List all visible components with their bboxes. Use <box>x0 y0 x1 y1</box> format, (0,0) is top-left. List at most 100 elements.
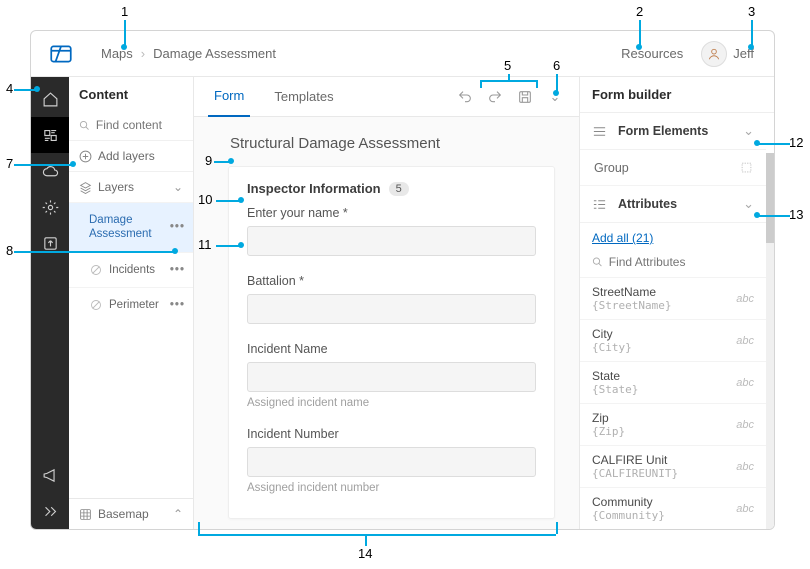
breadcrumb-root[interactable]: Maps <box>101 46 133 61</box>
field-label: Enter your name * <box>247 206 536 220</box>
attr-placeholder: {StreetName} <box>592 299 736 312</box>
attr-placeholder: {Community} <box>592 509 736 522</box>
rail-collapse[interactable] <box>31 493 69 529</box>
undo-button[interactable] <box>455 87 475 107</box>
app-logo <box>41 41 81 67</box>
tab-form[interactable]: Form <box>208 77 250 117</box>
text-input[interactable] <box>247 362 536 392</box>
callout-5: 5 <box>504 58 511 73</box>
breadcrumb-page[interactable]: Damage Assessment <box>153 46 276 61</box>
app-window: Maps › Damage Assessment Resources Jeff <box>30 30 775 530</box>
disabled-icon <box>89 264 103 276</box>
form-field[interactable]: Enter your name * <box>247 206 536 256</box>
layer-options-button[interactable]: ••• <box>170 299 185 311</box>
content-search-input[interactable] <box>96 118 183 132</box>
main-row: Content Add layers Layers ⌄ Damage Asses… <box>31 77 774 529</box>
attribute-search[interactable] <box>580 249 766 277</box>
field-hint: Assigned incident name <box>247 397 536 409</box>
attributes-section[interactable]: Attributes ⌄ <box>580 186 766 223</box>
callout-8: 8 <box>6 243 13 258</box>
add-layers-button[interactable]: Add layers <box>69 140 193 171</box>
content-panel: Content Add layers Layers ⌄ Damage Asses… <box>69 77 194 529</box>
callout-7: 7 <box>6 156 13 171</box>
callout-3: 3 <box>748 4 755 19</box>
callout-1: 1 <box>121 4 128 19</box>
callout-13: 13 <box>789 207 803 222</box>
attribute-item[interactable]: CALFIRE Unit{CALFIREUNIT}abc <box>580 445 766 487</box>
group-title: Inspector Information <box>247 181 381 196</box>
resources-link[interactable]: Resources <box>621 46 683 61</box>
tab-templates[interactable]: Templates <box>268 77 339 117</box>
save-button[interactable] <box>515 87 535 107</box>
rail-share[interactable] <box>31 225 69 261</box>
basemap-label: Basemap <box>98 507 167 521</box>
content-title: Content <box>69 77 193 110</box>
callout-6: 6 <box>553 58 560 73</box>
canvas-scroll[interactable]: Inspector Information 5 Enter your name … <box>194 160 579 529</box>
text-input[interactable] <box>247 447 536 477</box>
scrollbar[interactable] <box>766 153 774 529</box>
form-field[interactable]: Incident Name Assigned incident name <box>247 342 536 409</box>
redo-button[interactable] <box>485 87 505 107</box>
chevron-right-icon: › <box>141 46 145 61</box>
attr-name: Community <box>592 495 736 509</box>
form-field[interactable]: Incident Number Assigned incident number <box>247 427 536 494</box>
disabled-icon <box>89 299 103 311</box>
attribute-item[interactable]: StreetName{StreetName}abc <box>580 277 766 319</box>
attribute-item[interactable]: State{State}abc <box>580 361 766 403</box>
basemap-row[interactable]: Basemap ⌃ <box>69 498 193 529</box>
attr-name: StreetName <box>592 285 736 299</box>
rail-cloud[interactable] <box>31 153 69 189</box>
add-layers-label: Add layers <box>98 149 183 163</box>
attr-name: Zip <box>592 411 736 425</box>
callout-10: 10 <box>198 192 212 207</box>
form-field[interactable]: Battalion * <box>247 274 536 324</box>
layer-name: Damage Assessment <box>89 213 170 242</box>
chevron-up-icon: ⌃ <box>173 507 183 521</box>
layer-options-button[interactable]: ••• <box>170 221 185 233</box>
left-rail <box>31 77 69 529</box>
attr-type: abc <box>736 503 754 515</box>
layers-row[interactable]: Layers ⌄ <box>69 171 193 202</box>
attribute-search-input[interactable] <box>609 255 754 269</box>
callout-2: 2 <box>636 4 643 19</box>
layer-item-damage-assessment[interactable]: Damage Assessment ••• <box>69 202 193 252</box>
element-group[interactable]: Group <box>580 150 766 186</box>
layer-item-incidents[interactable]: Incidents ••• <box>69 252 193 287</box>
rail-announce[interactable] <box>31 457 69 493</box>
attribute-item[interactable]: Community{Community}abc <box>580 487 766 529</box>
avatar <box>701 41 727 67</box>
attr-placeholder: {State} <box>592 383 736 396</box>
section-label: Attributes <box>618 197 743 211</box>
add-all-link[interactable]: Add all (21) <box>580 223 766 249</box>
field-label: Incident Number <box>247 427 536 441</box>
breadcrumb: Maps › Damage Assessment <box>101 46 276 61</box>
field-label: Incident Name <box>247 342 536 356</box>
layer-item-perimeter[interactable]: Perimeter ••• <box>69 287 193 322</box>
attribute-item[interactable]: Zip{Zip}abc <box>580 403 766 445</box>
rail-settings[interactable] <box>31 189 69 225</box>
content-search[interactable] <box>69 110 193 140</box>
layer-name: Perimeter <box>109 298 170 312</box>
attr-type: abc <box>736 377 754 389</box>
form-group[interactable]: Inspector Information 5 Enter your name … <box>228 166 555 519</box>
callout-12: 12 <box>789 135 803 150</box>
text-input[interactable] <box>247 226 536 256</box>
text-input[interactable] <box>247 294 536 324</box>
attr-name: CALFIRE Unit <box>592 453 736 467</box>
rail-layers[interactable] <box>31 117 69 153</box>
canvas-tabs: Form Templates ⌄ <box>194 77 579 117</box>
builder-title: Form builder <box>580 77 774 113</box>
layer-options-button[interactable]: ••• <box>170 264 185 276</box>
attr-placeholder: {CALFIREUNIT} <box>592 467 736 480</box>
form-elements-section[interactable]: Form Elements ⌄ <box>580 113 766 150</box>
attr-name: State <box>592 369 736 383</box>
field-hint: Assigned incident number <box>247 482 536 494</box>
elements-icon <box>592 124 610 139</box>
callout-11: 11 <box>198 237 212 252</box>
chevron-down-icon: ⌄ <box>743 123 754 139</box>
user-menu[interactable]: Jeff <box>701 41 754 67</box>
attribute-item[interactable]: City{City}abc <box>580 319 766 361</box>
form-title[interactable]: Structural Damage Assessment <box>194 117 579 160</box>
layers-label: Layers <box>98 180 167 194</box>
